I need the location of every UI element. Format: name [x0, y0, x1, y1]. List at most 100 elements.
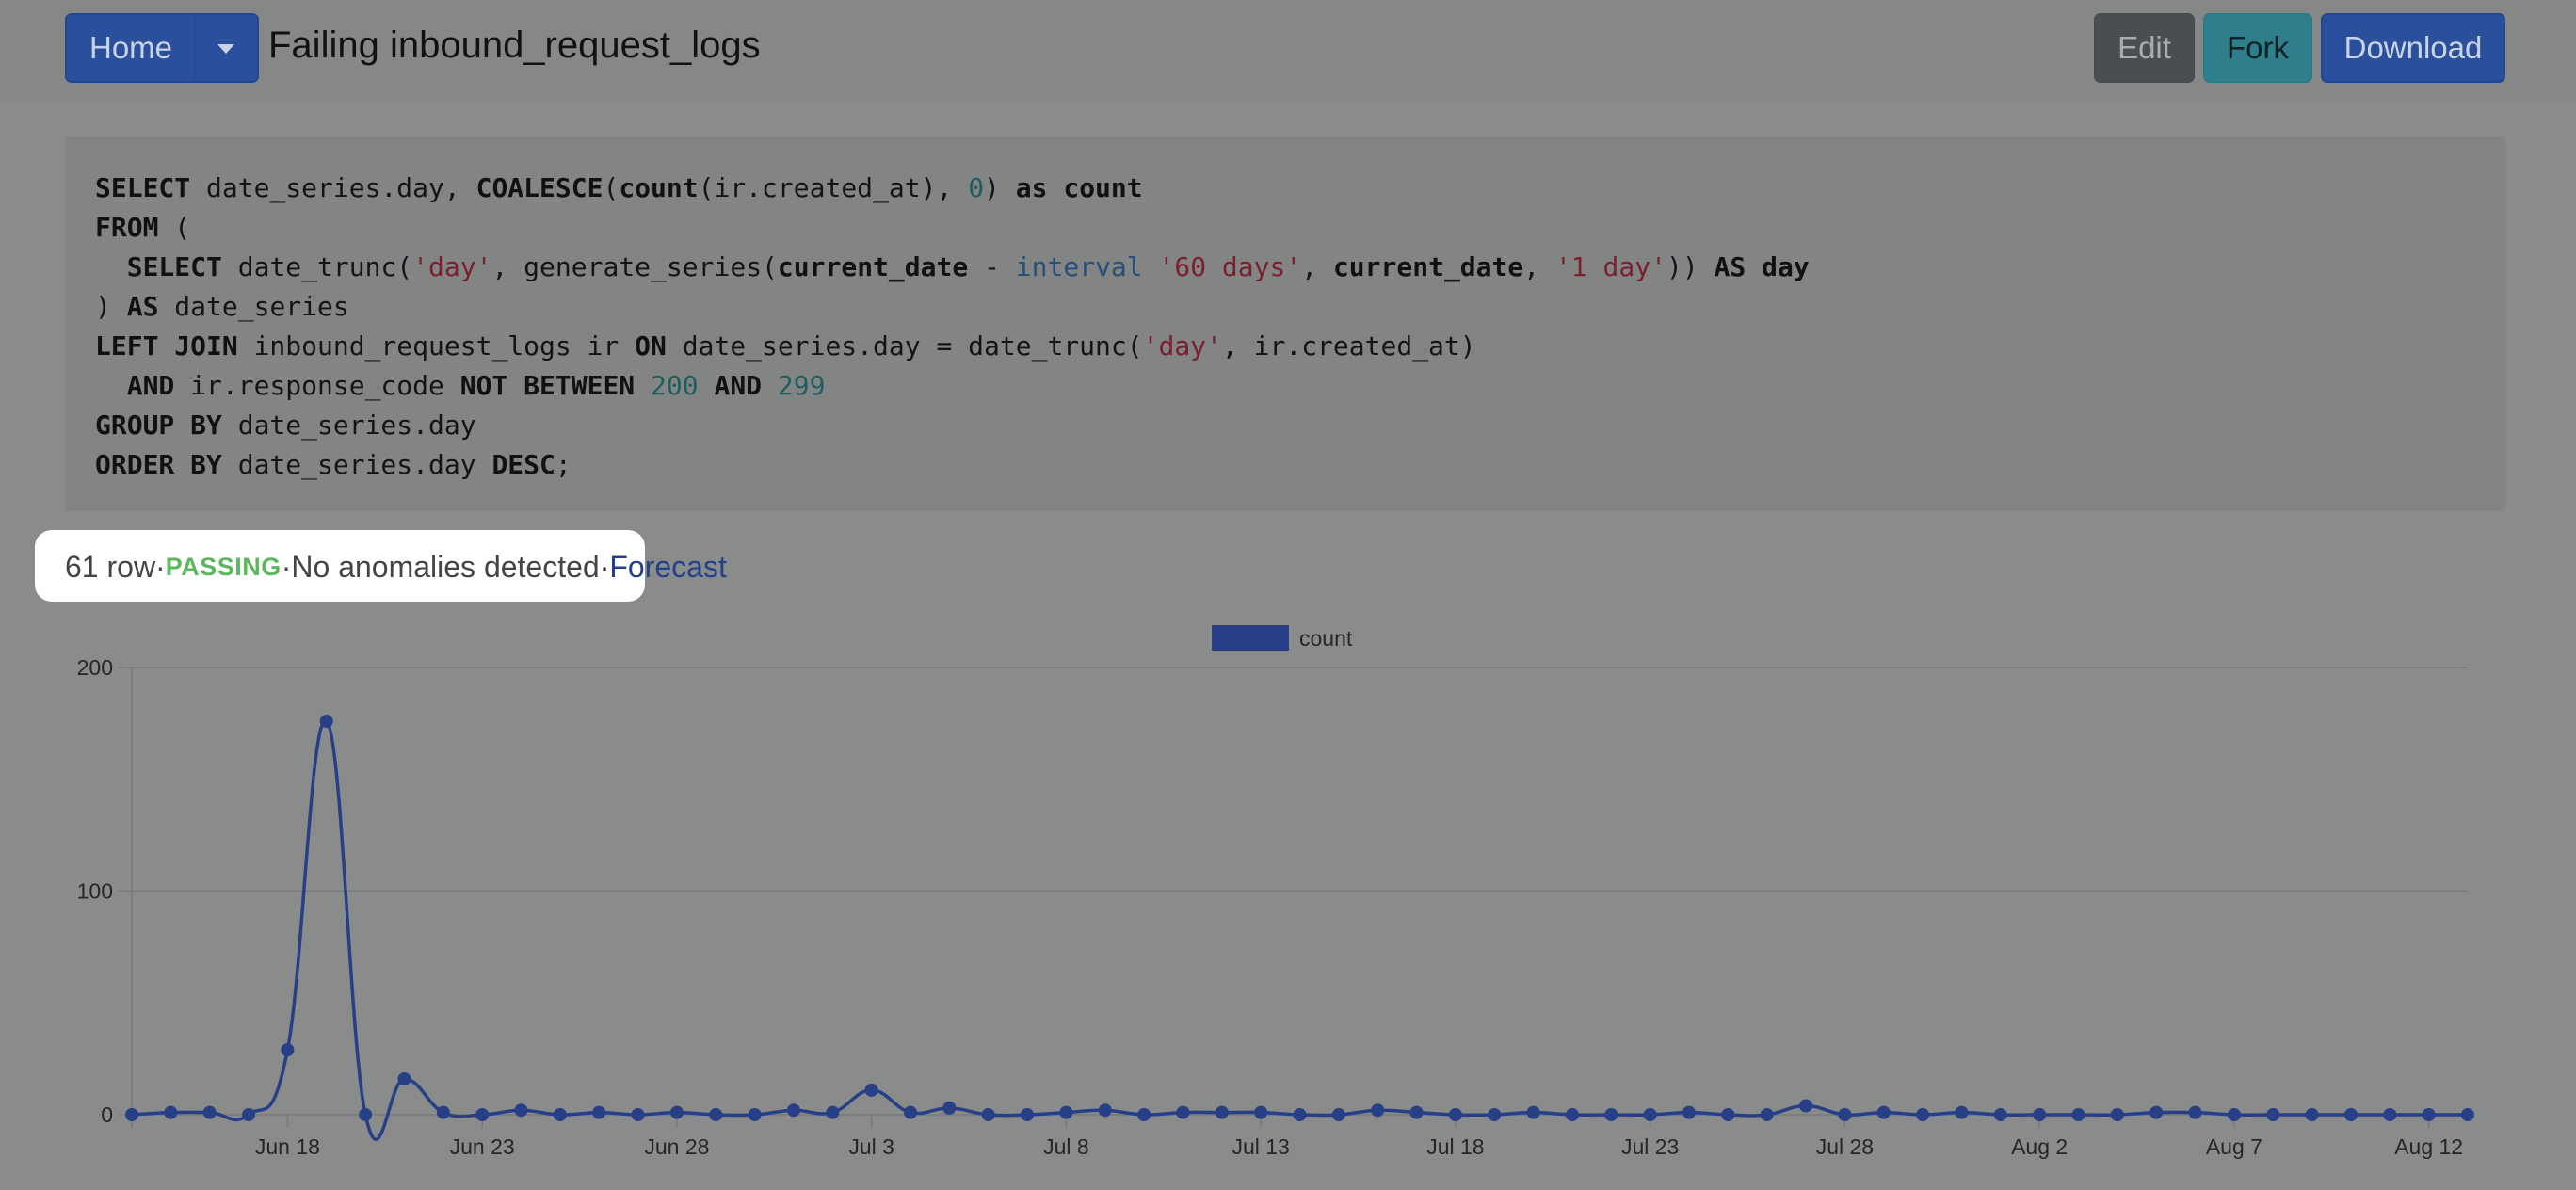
data-point — [125, 1108, 138, 1121]
code-line: LEFT JOIN inbound_request_logs ir ON dat… — [95, 330, 1476, 362]
data-point — [2343, 1108, 2358, 1121]
edit-button[interactable]: Edit — [2094, 13, 2195, 83]
data-point — [942, 1101, 957, 1115]
home-dropdown-toggle[interactable] — [194, 13, 259, 83]
data-point — [1838, 1108, 1852, 1121]
data-point — [1760, 1108, 1774, 1121]
data-point — [1604, 1108, 1618, 1121]
data-point — [1176, 1105, 1190, 1119]
data-point — [1254, 1105, 1268, 1119]
page-title: Failing inbound_request_logs — [268, 24, 761, 66]
code-line: GROUP BY date_series.day — [95, 410, 476, 441]
data-point — [904, 1105, 917, 1119]
data-point — [981, 1108, 995, 1121]
data-point — [1993, 1108, 2007, 1121]
code-line: AND ir.response_code NOT BETWEEN 200 AND… — [126, 370, 826, 401]
download-button[interactable]: Download — [2321, 13, 2505, 83]
legend-label: count — [1299, 626, 1353, 651]
x-tick-label: Jul 23 — [1621, 1134, 1679, 1159]
data-point — [748, 1108, 762, 1121]
data-point — [1331, 1108, 1345, 1121]
data-point — [1955, 1105, 1969, 1119]
data-point — [2033, 1108, 2047, 1121]
separator: · — [155, 549, 166, 584]
code-line: ORDER BY date_series.day DESC; — [95, 449, 572, 480]
y-tick-label: 100 — [77, 879, 113, 904]
data-point — [1293, 1108, 1307, 1121]
data-point — [514, 1103, 528, 1118]
data-point — [864, 1083, 878, 1097]
data-point — [1721, 1108, 1735, 1121]
status-badge: PASSING — [165, 552, 282, 581]
data-point — [1876, 1105, 1891, 1119]
x-tick-label: Jun 28 — [644, 1134, 709, 1159]
data-point — [202, 1105, 217, 1119]
data-point — [592, 1105, 606, 1119]
data-point — [359, 1108, 373, 1121]
plot-area — [125, 715, 2474, 1141]
data-point — [475, 1108, 490, 1121]
code-line: FROM ( — [95, 212, 191, 243]
data-point — [2188, 1105, 2202, 1119]
data-point — [2071, 1108, 2085, 1121]
x-tick-label: Jun 18 — [255, 1134, 320, 1159]
x-tick-label: Aug 7 — [2206, 1134, 2262, 1159]
x-axis: Jun 18 Jun 23 Jun 28 Jul 3 Jul 8 Jul 13 Jul 18… — [255, 1115, 2463, 1159]
x-tick-label: Aug 12 — [2394, 1134, 2463, 1159]
data-point — [1371, 1103, 1385, 1118]
anomaly-status: No anomalies detected — [291, 549, 600, 584]
data-point — [1565, 1108, 1579, 1121]
caret-down-icon — [217, 44, 234, 54]
data-point — [2422, 1108, 2436, 1121]
count-line-chart: 0 100 200 Jun 18 Jun 23 Jun 28 Jul 3 Jul 8 Jul … — [77, 625, 2474, 1159]
data-point — [669, 1105, 684, 1119]
code-line: ) AS date_series — [95, 291, 349, 322]
result-status-bar: 61 row · PASSING · No anomalies detected… — [65, 546, 727, 587]
data-point — [786, 1103, 800, 1118]
data-point — [1643, 1108, 1657, 1121]
data-point — [1799, 1099, 1813, 1113]
data-point — [631, 1108, 645, 1121]
separator: · — [281, 549, 292, 584]
data-point — [1409, 1105, 1424, 1119]
series-line-count — [131, 719, 2468, 1141]
fork-button[interactable]: Fork — [2203, 13, 2312, 83]
data-point — [436, 1105, 450, 1119]
data-point — [1137, 1108, 1151, 1121]
data-point — [1526, 1105, 1540, 1119]
y-tick-label: 0 — [101, 1102, 113, 1127]
data-point — [1059, 1105, 1073, 1119]
data-point — [553, 1108, 567, 1121]
data-point — [281, 1043, 295, 1057]
row-count: 61 row — [65, 549, 156, 584]
data-point — [826, 1105, 840, 1119]
data-point — [1215, 1105, 1229, 1119]
y-tick-label: 200 — [77, 655, 113, 680]
data-point — [2227, 1108, 2241, 1121]
legend-swatch — [1212, 625, 1289, 651]
data-point — [164, 1105, 178, 1119]
x-tick-label: Jun 23 — [450, 1134, 515, 1159]
x-tick-label: Jul 3 — [848, 1134, 894, 1159]
data-point — [1098, 1103, 1112, 1118]
data-point — [2461, 1108, 2474, 1121]
separator: · — [599, 549, 610, 584]
data-point — [1021, 1108, 1035, 1121]
code-line: SELECT date_series.day, COALESCE(count(i… — [95, 172, 1143, 203]
data-point — [1682, 1105, 1696, 1119]
code-line: SELECT date_trunc('day', generate_series… — [126, 251, 1810, 282]
x-tick-label: Aug 2 — [2011, 1134, 2068, 1159]
data-point — [709, 1108, 723, 1121]
home-button[interactable]: Home — [65, 13, 195, 83]
data-point — [397, 1072, 411, 1085]
data-point — [2305, 1108, 2319, 1121]
data-point — [2383, 1108, 2397, 1121]
forecast-link[interactable]: Forecast — [609, 550, 726, 585]
x-tick-label: Jul 18 — [1426, 1134, 1484, 1159]
x-tick-label: Jul 8 — [1043, 1134, 1089, 1159]
sql-query-block: SELECT date_series.day, COALESCE(count(i… — [65, 137, 2505, 511]
data-point — [1916, 1108, 1930, 1121]
data-point — [1488, 1108, 1502, 1121]
data-point — [2149, 1105, 2164, 1119]
data-point — [2110, 1108, 2124, 1121]
